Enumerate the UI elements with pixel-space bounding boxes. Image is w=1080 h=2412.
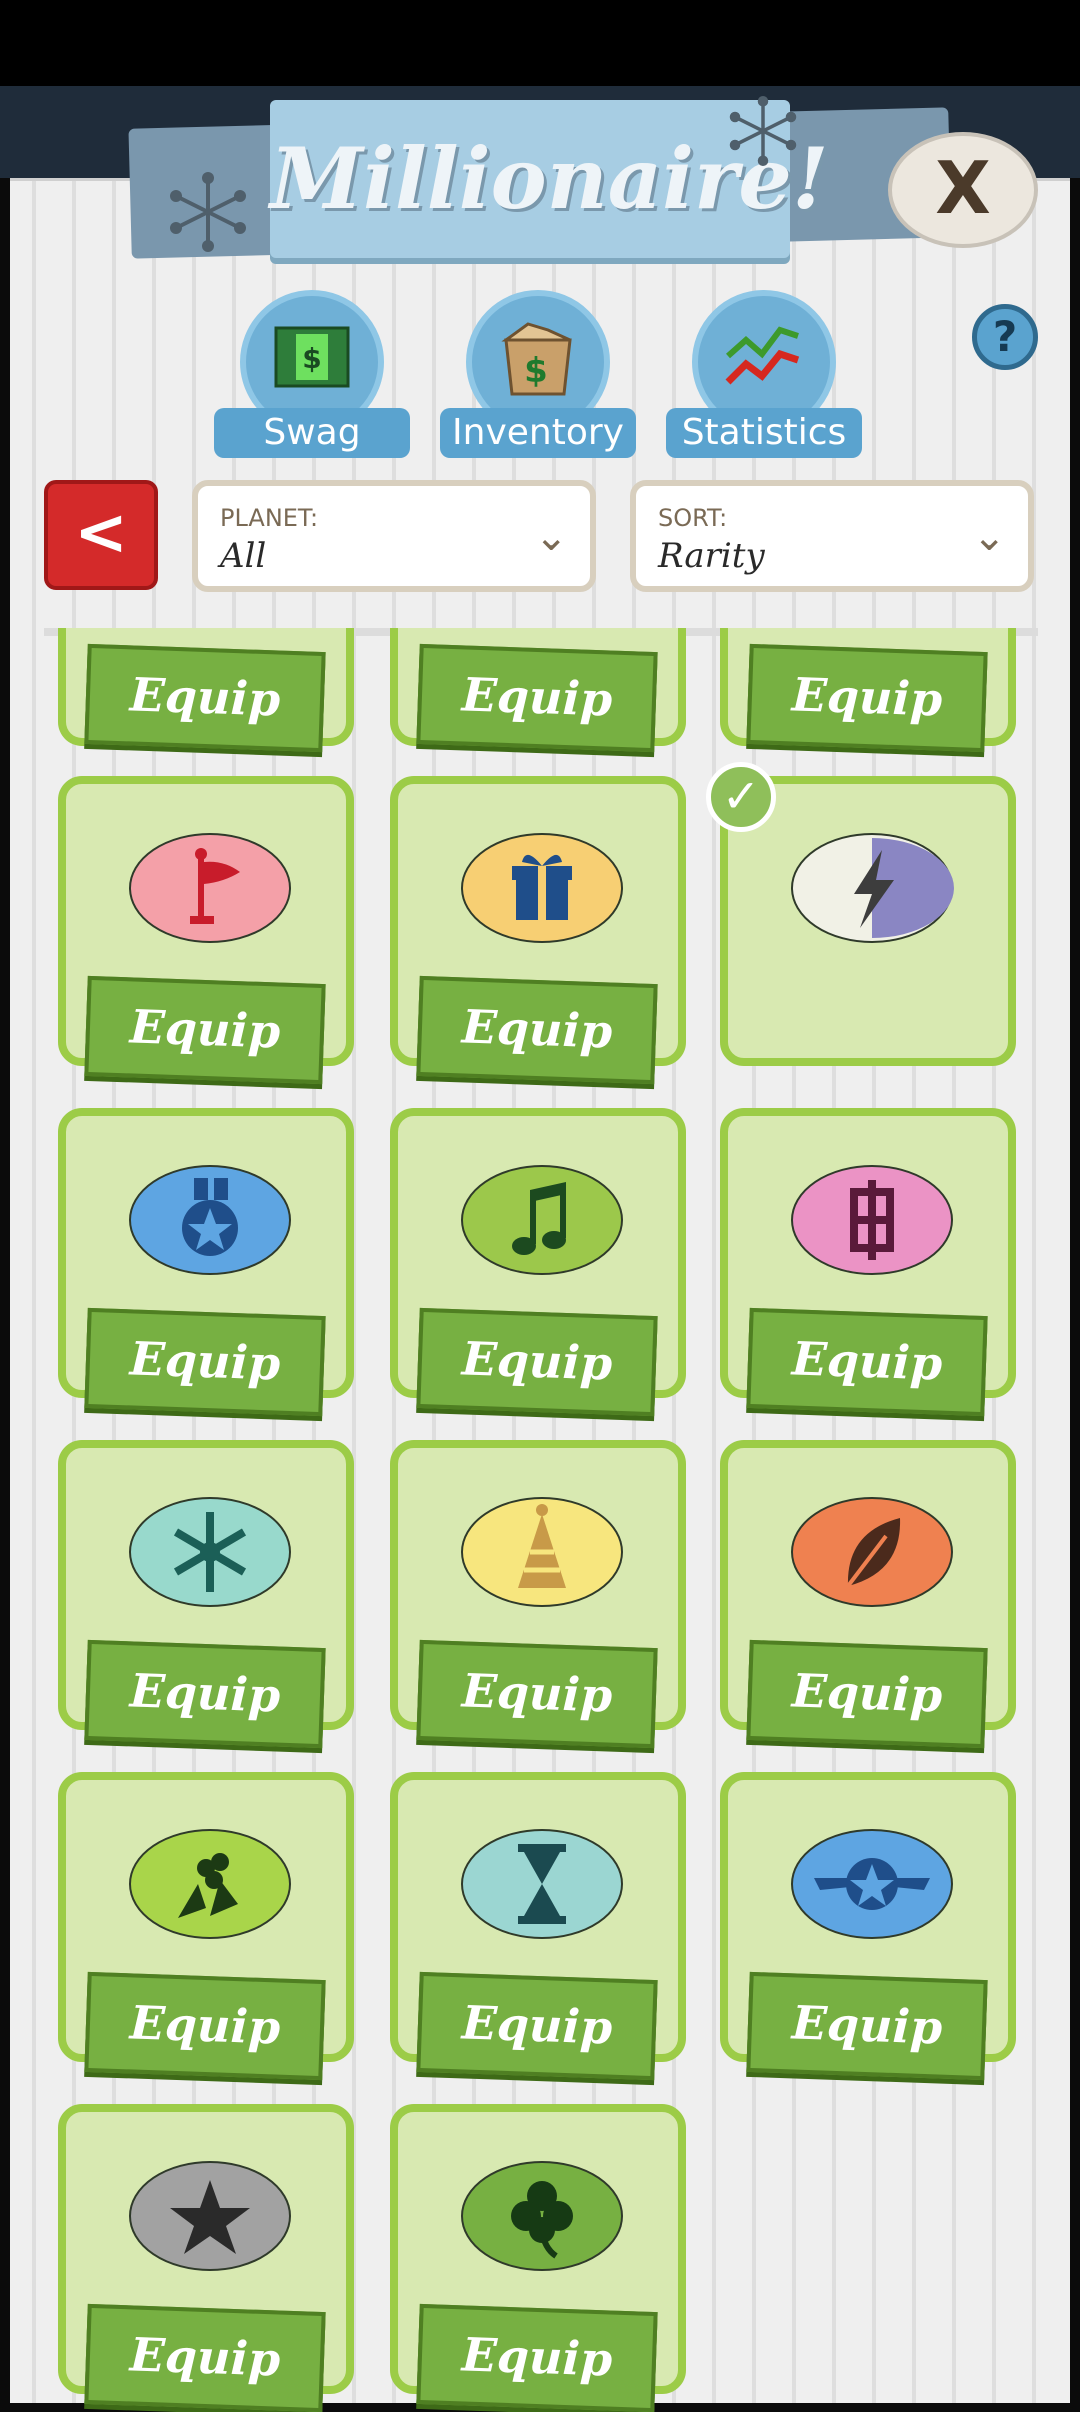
trend-arrows-icon	[725, 326, 800, 385]
tab-swag[interactable]: $ Swag	[214, 290, 410, 458]
equip-button[interactable]: Equip	[84, 1971, 326, 2081]
gift-icon	[461, 833, 623, 943]
equip-button[interactable]: Equip	[84, 1639, 326, 1749]
sort-value: Rarity	[658, 536, 765, 576]
sort-caption: SORT:	[658, 504, 728, 532]
music-note-icon	[461, 1165, 623, 1275]
medal-star-icon	[129, 1165, 291, 1275]
sort-dropdown[interactable]: SORT: Rarity ⌄	[630, 480, 1034, 592]
back-button[interactable]: <	[44, 480, 158, 590]
leaf-icon	[791, 1497, 953, 1607]
tab-label: Statistics	[666, 408, 862, 458]
chevron-down-icon: ⌄	[972, 514, 1006, 560]
chevron-down-icon: ⌄	[534, 514, 568, 560]
snowflake-icon	[129, 1497, 291, 1607]
tab-inventory[interactable]: $ Inventory	[440, 290, 636, 458]
sparkle-icon	[729, 96, 797, 166]
star-icon	[129, 2161, 291, 2271]
sparkle-icon	[170, 172, 246, 252]
equip-button[interactable]: Equip	[84, 643, 326, 753]
help-button[interactable]: ?	[972, 304, 1038, 370]
tab-label: Inventory	[440, 408, 636, 458]
equip-button[interactable]: Equip	[416, 975, 658, 1085]
pixel-dollar-icon	[791, 1165, 953, 1275]
planet-dropdown[interactable]: PLANET: All ⌄	[192, 480, 596, 592]
equip-button[interactable]: Equip	[84, 1307, 326, 1417]
flag-icon	[129, 833, 291, 943]
planet-value: All	[220, 536, 267, 576]
status-bar	[0, 0, 1080, 86]
clover-icon	[461, 2161, 623, 2271]
equip-button[interactable]: Equip	[416, 2303, 658, 2412]
page-title: Millionaire!	[270, 129, 829, 228]
svg-text:$: $	[524, 351, 548, 391]
tab-statistics[interactable]: Statistics	[666, 290, 862, 458]
svg-text:$: $	[302, 342, 321, 375]
equip-button[interactable]: Equip	[84, 975, 326, 1085]
party-hat-icon	[461, 1497, 623, 1607]
equip-button[interactable]: Equip	[416, 1639, 658, 1749]
question-icon: ?	[992, 312, 1018, 361]
winged-star-icon	[791, 1829, 953, 1939]
equip-button[interactable]: Equip	[746, 1639, 988, 1749]
close-icon: X	[935, 146, 991, 230]
equip-button[interactable]: Equip	[416, 1971, 658, 2081]
tab-label: Swag	[214, 408, 410, 458]
equip-button[interactable]: Equip	[746, 1971, 988, 2081]
equip-button[interactable]: Equip	[416, 643, 658, 753]
hourglass-icon	[461, 1829, 623, 1939]
cash-door-icon: $	[274, 326, 350, 388]
title-banner: Millionaire!	[270, 100, 829, 258]
close-button[interactable]: X	[888, 132, 1038, 248]
chevron-left-icon: <	[74, 496, 128, 570]
equip-button[interactable]: Equip	[84, 2303, 326, 2412]
planet-caption: PLANET:	[220, 504, 319, 532]
equip-button[interactable]: Equip	[746, 643, 988, 753]
equip-button[interactable]: Equip	[746, 1307, 988, 1417]
money-box-icon: $	[501, 322, 572, 396]
equip-button[interactable]: Equip	[416, 1307, 658, 1417]
lightning-icon	[791, 833, 954, 943]
equipped-check-icon: ✓	[706, 762, 776, 832]
holly-icon	[129, 1829, 291, 1939]
